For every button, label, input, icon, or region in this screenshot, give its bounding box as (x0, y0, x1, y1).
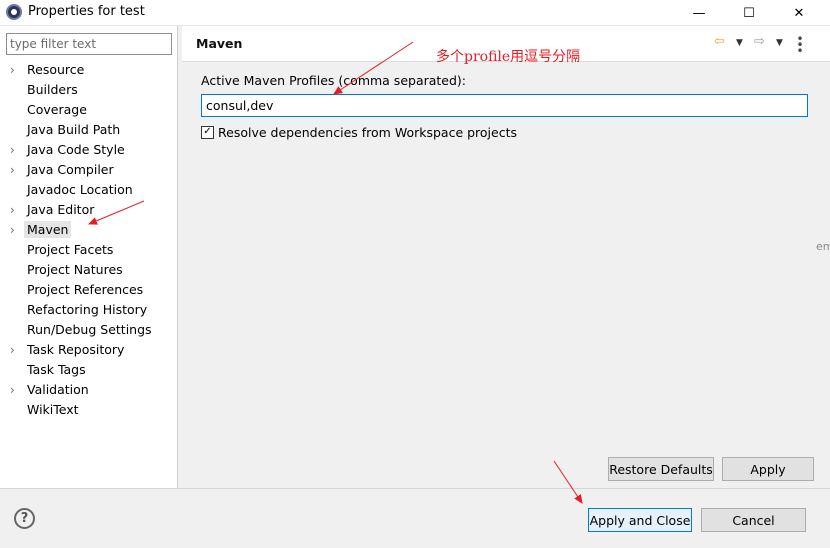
tree-item[interactable]: Task Tags (0, 360, 178, 380)
tree-item-label: Java Code Style (27, 142, 125, 157)
tree-item[interactable]: › Java Code Style (0, 140, 178, 160)
tree-item[interactable]: › Maven (0, 220, 178, 240)
tree-item[interactable]: › Validation (0, 380, 178, 400)
chevron-right-icon[interactable]: › (10, 220, 22, 240)
tree-item-label: Project Natures (27, 262, 123, 277)
tree-item-label: Resource (27, 62, 85, 77)
window-title: Properties for test (28, 4, 145, 19)
tree-item-label: Builders (27, 82, 78, 97)
active-profiles-input[interactable] (201, 94, 808, 117)
chevron-right-icon[interactable]: › (10, 380, 22, 400)
apply-button[interactable]: Apply (722, 457, 814, 481)
chevron-right-icon[interactable]: › (10, 140, 22, 160)
tree-item[interactable]: Run/Debug Settings (0, 320, 178, 340)
properties-tree: › Resource Builders Coverage Java Build Path… (0, 60, 178, 420)
maximize-button[interactable]: ☐ (726, 0, 772, 26)
resolve-workspace-label: Resolve dependencies from Workspace proj… (218, 124, 518, 140)
tree-item[interactable]: Project Facets (0, 240, 178, 260)
chevron-right-icon[interactable]: › (10, 340, 22, 360)
tree-item[interactable]: › Resource (0, 60, 178, 80)
filter-input[interactable] (6, 33, 172, 55)
annotation-text: 多个profile用逗号分隔 (436, 49, 581, 65)
tree-item-label: Java Build Path (27, 122, 121, 137)
tree-item-label: Java Editor (27, 202, 95, 217)
apply-and-close-button[interactable]: Apply and Close (588, 508, 692, 532)
chevron-right-icon[interactable]: › (10, 60, 22, 80)
tree-item-label: Project Facets (27, 242, 114, 257)
tree-item[interactable]: Java Build Path (0, 120, 178, 140)
profiles-label: Active Maven Profiles (comma separated): (201, 73, 467, 88)
tree-item-label: Task Tags (27, 362, 86, 377)
forward-arrow-icon[interactable]: ⇨ (754, 34, 765, 49)
chevron-right-icon[interactable]: › (10, 200, 22, 220)
chevron-right-icon[interactable]: › (10, 160, 22, 180)
forward-history-dropdown-icon[interactable]: ▼ (776, 38, 783, 48)
tree-item-label: Maven (24, 221, 72, 238)
clipped-edge-text: em (816, 240, 830, 253)
tree-item-label: Project References (27, 282, 144, 297)
restore-defaults-button[interactable]: Restore Defaults (608, 457, 714, 481)
tree-item-label: Validation (27, 382, 89, 397)
view-menu-icon[interactable]: • • • (796, 33, 804, 57)
tree-item[interactable]: WikiText (0, 400, 178, 420)
tree-item[interactable]: › Java Editor (0, 200, 178, 220)
eclipse-app-icon (6, 4, 22, 20)
tree-item-label: Task Repository (27, 342, 125, 357)
tree-item[interactable]: › Task Repository (0, 340, 178, 360)
tree-item-label: WikiText (27, 402, 79, 417)
tree-item[interactable]: Project Natures (0, 260, 178, 280)
tree-item-label: Coverage (27, 102, 87, 117)
page-title: Maven (196, 36, 243, 51)
navigation-pane: › Resource Builders Coverage Java Build Path… (0, 26, 178, 488)
tree-item-label: Javadoc Location (27, 182, 133, 197)
tree-item[interactable]: Javadoc Location (0, 180, 178, 200)
back-history-dropdown-icon[interactable]: ▼ (736, 38, 743, 48)
help-icon[interactable]: ? (14, 508, 35, 529)
minimize-button[interactable]: — (676, 0, 722, 26)
tree-item-label: Run/Debug Settings (27, 322, 152, 337)
maven-properties-page: Maven ⇦ ▼ ⇨ ▼ • • • Active Maven Profiles … (182, 26, 830, 488)
tree-item[interactable]: › Java Compiler (0, 160, 178, 180)
tree-item-label: Java Compiler (27, 162, 114, 177)
close-button[interactable]: ✕ (776, 0, 822, 26)
resolve-workspace-checkbox[interactable]: ✓ (201, 125, 214, 139)
resolve-workspace-option[interactable]: ✓ Resolve dependencies from Workspace pr… (201, 123, 517, 141)
tree-item[interactable]: Project References (0, 280, 178, 300)
dialog-footer: ? Apply and Close Cancel (0, 488, 830, 548)
title-bar: Properties for test — ☐ ✕ (0, 0, 830, 26)
tree-item[interactable]: Refactoring History (0, 300, 178, 320)
tree-item-label: Refactoring History (27, 302, 148, 317)
tree-item[interactable]: Builders (0, 80, 178, 100)
back-arrow-icon[interactable]: ⇦ (714, 34, 725, 49)
cancel-button[interactable]: Cancel (701, 508, 806, 532)
tree-item[interactable]: Coverage (0, 100, 178, 120)
